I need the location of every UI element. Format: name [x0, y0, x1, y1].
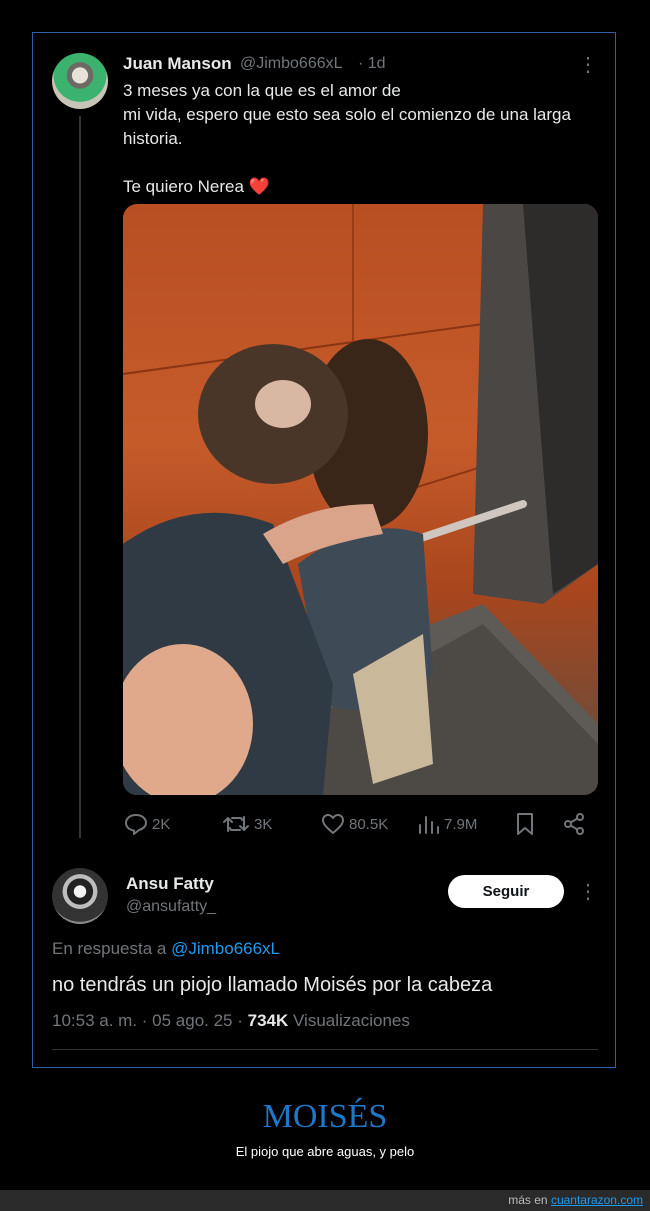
reply-author-handle[interactable]: @ansufatty_ — [126, 898, 216, 916]
footer-text: más en cuantarazon.com — [508, 1193, 643, 1207]
reply-timestamp[interactable]: 10:53 a. m. · 05 ago. 25 · — [52, 1011, 243, 1030]
photo-illustration — [123, 204, 598, 795]
bookmark-action[interactable] — [514, 812, 540, 836]
reply-text: no tendrás un piojo llamado Moisés por l… — [52, 974, 493, 996]
tweet-photo[interactable] — [123, 204, 598, 795]
reply-action[interactable]: 2K — [124, 812, 170, 836]
follow-button[interactable]: Seguir — [448, 875, 564, 908]
divider — [52, 1049, 598, 1050]
more-icon[interactable]: ⋮ — [578, 55, 598, 75]
tweet-signoff: Te quiero Nerea ❤️ — [123, 175, 603, 199]
heart-emoji: ❤️ — [248, 177, 270, 196]
reply-icon — [125, 814, 147, 835]
tweet-line: mi vida, espero que esto sea solo el com… — [123, 105, 571, 124]
author-name[interactable]: Juan Manson — [123, 54, 232, 74]
views-icon — [419, 816, 439, 834]
like-count: 80.5K — [349, 815, 389, 833]
views-action[interactable]: 7.9M — [416, 812, 477, 836]
reply-author-avatar[interactable] — [52, 868, 108, 924]
footer-prefix: más en — [508, 1193, 548, 1207]
bookmark-icon — [517, 813, 533, 835]
tweet-time[interactable]: · 1d — [358, 55, 386, 73]
in-reply-prefix: En respuesta a — [52, 939, 167, 958]
footer-site-link[interactable]: cuantarazon.com — [551, 1193, 643, 1207]
tweet-line: 3 meses ya con la que es el amor de — [123, 81, 401, 100]
reply-views-count: 734K — [247, 1011, 289, 1030]
like-action[interactable]: 80.5K — [321, 812, 388, 836]
caption-title: MOISÉS — [262, 1098, 388, 1135]
reply-author-name[interactable]: Ansu Fatty — [126, 874, 214, 894]
reply-views-label: Visualizaciones — [293, 1011, 410, 1030]
retweet-count: 3K — [254, 815, 273, 833]
reply-meta: 10:53 a. m. · 05 ago. 25 · 734K Visualiz… — [52, 1011, 410, 1031]
tweet-text: 3 meses ya con la que es el amor de mi v… — [123, 79, 603, 199]
share-icon — [564, 813, 584, 835]
thread-line — [79, 116, 81, 838]
in-reply-to: En respuesta a @Jimbo666xL — [52, 939, 280, 959]
retweet-action[interactable]: 3K — [222, 812, 272, 836]
footer-bar: más en cuantarazon.com — [0, 1190, 650, 1211]
author-avatar[interactable] — [52, 53, 108, 109]
views-count: 7.9M — [444, 815, 478, 833]
tweet-line: historia. — [123, 129, 183, 148]
share-action[interactable] — [562, 812, 590, 836]
more-icon[interactable]: ⋮ — [578, 882, 598, 902]
caption-subtitle: El piojo que abre aguas, y pelo — [235, 1144, 415, 1159]
author-handle[interactable]: @Jimbo666xL — [240, 55, 343, 73]
in-reply-mention[interactable]: @Jimbo666xL — [171, 939, 280, 958]
reply-count: 2K — [152, 815, 171, 833]
heart-icon — [322, 814, 344, 834]
retweet-icon — [223, 816, 249, 832]
signoff-text: Te quiero Nerea — [123, 177, 244, 196]
